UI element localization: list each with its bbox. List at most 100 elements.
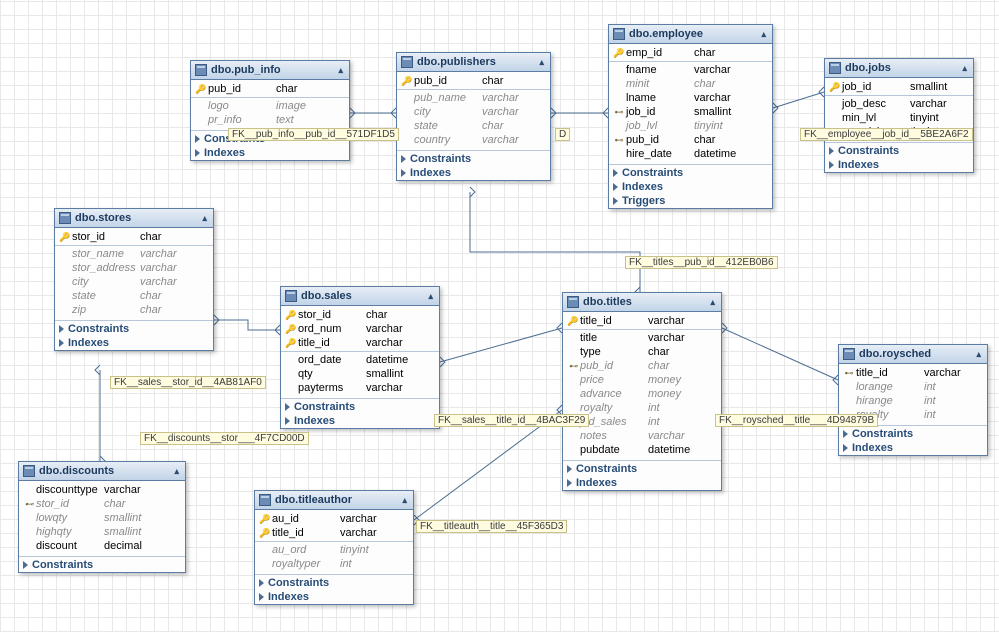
- column-row[interactable]: statechar: [55, 289, 213, 303]
- entity-sales[interactable]: dbo.sales▴ 🔑stor_idchar🔑ord_numvarchar🔑ti…: [280, 286, 440, 429]
- column-row[interactable]: pr_infotext: [191, 113, 349, 127]
- column-row[interactable]: ⊷job_idsmallint: [609, 105, 772, 119]
- collapse-icon[interactable]: ▴: [761, 29, 766, 40]
- column-row[interactable]: 🔑stor_idchar: [55, 230, 213, 244]
- column-row[interactable]: ⊷title_idvarchar: [839, 366, 987, 380]
- column-row[interactable]: minitchar: [609, 77, 772, 91]
- column-row[interactable]: discounttypevarchar: [19, 483, 185, 497]
- column-row[interactable]: au_ordtinyint: [255, 543, 413, 557]
- entity-header[interactable]: dbo.roysched▴: [839, 345, 987, 364]
- entity-header[interactable]: dbo.titleauthor▴: [255, 491, 413, 510]
- column-row[interactable]: lorangeint: [839, 380, 987, 394]
- section-constraints[interactable]: Constraints: [839, 427, 987, 441]
- collapse-icon[interactable]: ▴: [338, 65, 343, 76]
- entity-header[interactable]: dbo.pub_info▴: [191, 61, 349, 80]
- column-row[interactable]: hire_datedatetime: [609, 147, 772, 161]
- column-row[interactable]: stor_addressvarchar: [55, 261, 213, 275]
- column-row[interactable]: 🔑pub_idchar: [397, 74, 550, 88]
- section-constraints[interactable]: Constraints: [19, 558, 185, 572]
- section-indexes[interactable]: Indexes: [55, 336, 213, 350]
- entity-titles[interactable]: dbo.titles▴ 🔑title_idvarchar titlevarchart…: [562, 292, 722, 491]
- collapse-icon[interactable]: ▴: [962, 63, 967, 74]
- column-row[interactable]: ⊷pub_idchar: [563, 359, 721, 373]
- column-row[interactable]: fnamevarchar: [609, 63, 772, 77]
- collapse-icon[interactable]: ▴: [710, 297, 715, 308]
- column-row[interactable]: 🔑job_idsmallint: [825, 80, 973, 94]
- column-row[interactable]: pubdatedatetime: [563, 443, 721, 457]
- entity-header[interactable]: dbo.sales▴: [281, 287, 439, 306]
- section-constraints[interactable]: Constraints: [825, 144, 973, 158]
- entity-jobs[interactable]: dbo.jobs▴ 🔑job_idsmallint job_descvarcharm…: [824, 58, 974, 173]
- section-indexes[interactable]: Indexes: [825, 158, 973, 172]
- column-row[interactable]: discountdecimal: [19, 539, 185, 553]
- column-row[interactable]: royaltyperint: [255, 557, 413, 571]
- section-indexes[interactable]: Indexes: [397, 166, 550, 180]
- column-row[interactable]: highqtysmallint: [19, 525, 185, 539]
- entity-employee[interactable]: dbo.employee▴ 🔑emp_idchar fnamevarcharmini…: [608, 24, 773, 209]
- entity-titleauthor[interactable]: dbo.titleauthor▴ 🔑au_idvarchar🔑title_idva…: [254, 490, 414, 605]
- entity-header[interactable]: dbo.jobs▴: [825, 59, 973, 78]
- section-indexes[interactable]: Indexes: [255, 590, 413, 604]
- column-row[interactable]: 🔑au_idvarchar: [255, 512, 413, 526]
- section-constraints[interactable]: Constraints: [563, 462, 721, 476]
- column-row[interactable]: 🔑ord_numvarchar: [281, 322, 439, 336]
- column-row[interactable]: ord_datedatetime: [281, 353, 439, 367]
- column-row[interactable]: 🔑pub_idchar: [191, 82, 349, 96]
- column-row[interactable]: 🔑title_idvarchar: [281, 336, 439, 350]
- column-row[interactable]: 🔑emp_idchar: [609, 46, 772, 60]
- entity-header[interactable]: dbo.stores▴: [55, 209, 213, 228]
- section-constraints[interactable]: Constraints: [281, 400, 439, 414]
- column-row[interactable]: pricemoney: [563, 373, 721, 387]
- column-row[interactable]: lowqtysmallint: [19, 511, 185, 525]
- column-row[interactable]: notesvarchar: [563, 429, 721, 443]
- collapse-icon[interactable]: ▴: [539, 57, 544, 68]
- entity-header[interactable]: dbo.discounts▴: [19, 462, 185, 481]
- section-constraints[interactable]: Constraints: [397, 152, 550, 166]
- section-constraints[interactable]: Constraints: [55, 322, 213, 336]
- column-row[interactable]: ⊷stor_idchar: [19, 497, 185, 511]
- collapse-icon[interactable]: ▴: [976, 349, 981, 360]
- column-row[interactable]: job_lvltinyint: [609, 119, 772, 133]
- column-row[interactable]: job_descvarchar: [825, 97, 973, 111]
- entity-stores[interactable]: dbo.stores▴🔑stor_idcharstor_namevarchars…: [54, 208, 214, 351]
- column-row[interactable]: logoimage: [191, 99, 349, 113]
- collapse-icon[interactable]: ▴: [202, 213, 207, 224]
- column-row[interactable]: 🔑title_idvarchar: [563, 314, 721, 328]
- collapse-icon[interactable]: ▴: [402, 495, 407, 506]
- entity-pub_info[interactable]: dbo.pub_info▴ 🔑pub_idchar logoimagepr_info…: [190, 60, 350, 161]
- column-row[interactable]: royaltyint: [563, 401, 721, 415]
- column-row[interactable]: typechar: [563, 345, 721, 359]
- column-row[interactable]: ⊷pub_idchar: [609, 133, 772, 147]
- entity-header[interactable]: dbo.employee▴: [609, 25, 772, 44]
- section-constraints[interactable]: Constraints: [255, 576, 413, 590]
- section-indexes[interactable]: Indexes: [563, 476, 721, 490]
- entity-header[interactable]: dbo.titles▴: [563, 293, 721, 312]
- section-indexes[interactable]: Indexes: [839, 441, 987, 455]
- column-row[interactable]: countryvarchar: [397, 133, 550, 147]
- column-row[interactable]: titlevarchar: [563, 331, 721, 345]
- column-row[interactable]: lnamevarchar: [609, 91, 772, 105]
- column-row[interactable]: statechar: [397, 119, 550, 133]
- column-row[interactable]: stor_namevarchar: [55, 247, 213, 261]
- collapse-icon[interactable]: ▴: [428, 291, 433, 302]
- column-row[interactable]: hirangeint: [839, 394, 987, 408]
- column-row[interactable]: paytermsvarchar: [281, 381, 439, 395]
- column-row[interactable]: cityvarchar: [397, 105, 550, 119]
- entity-roysched[interactable]: dbo.roysched▴ ⊷title_idvarcharlorangeinth…: [838, 344, 988, 456]
- column-row[interactable]: pub_namevarchar: [397, 91, 550, 105]
- section-triggers[interactable]: Triggers: [609, 194, 772, 208]
- section-constraints[interactable]: Constraints: [609, 166, 772, 180]
- column-row[interactable]: qtysmallint: [281, 367, 439, 381]
- entity-header[interactable]: dbo.publishers▴: [397, 53, 550, 72]
- column-row[interactable]: 🔑stor_idchar: [281, 308, 439, 322]
- column-row[interactable]: 🔑title_idvarchar: [255, 526, 413, 540]
- entity-publishers[interactable]: dbo.publishers▴ 🔑pub_idchar pub_namevarcha…: [396, 52, 551, 181]
- section-indexes[interactable]: Indexes: [281, 414, 439, 428]
- column-row[interactable]: min_lvltinyint: [825, 111, 973, 125]
- entity-discounts[interactable]: dbo.discounts▴ discounttypevarchar⊷stor_i…: [18, 461, 186, 573]
- collapse-icon[interactable]: ▴: [174, 466, 179, 477]
- section-indexes[interactable]: Indexes: [191, 146, 349, 160]
- column-row[interactable]: advancemoney: [563, 387, 721, 401]
- column-row[interactable]: cityvarchar: [55, 275, 213, 289]
- column-row[interactable]: zipchar: [55, 303, 213, 317]
